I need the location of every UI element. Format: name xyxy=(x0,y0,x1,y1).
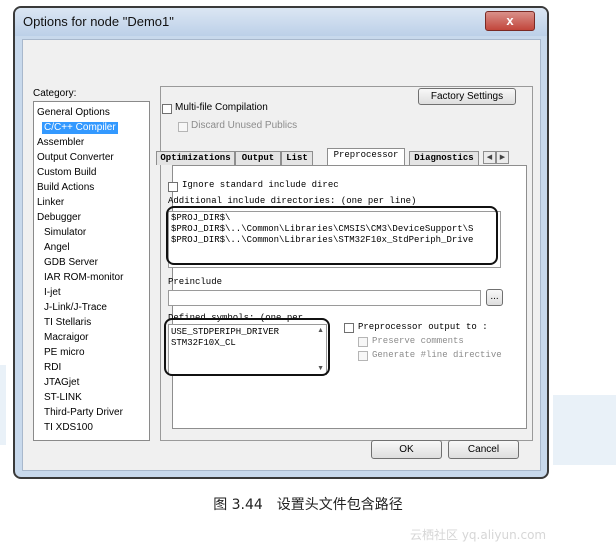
defined-symbols-highlight xyxy=(164,318,330,376)
multifile-checkbox[interactable] xyxy=(162,104,172,114)
tab-scroll-right-icon[interactable]: ▶ xyxy=(496,151,509,164)
category-item[interactable]: Debugger xyxy=(37,212,81,224)
watermark: 云栖社区 yq.aliyun.com xyxy=(410,528,547,542)
category-item[interactable]: JTAGjet xyxy=(44,377,79,389)
ignore-std-include-checkbox[interactable] xyxy=(168,182,178,192)
category-item[interactable]: IAR ROM-monitor xyxy=(44,272,123,284)
category-item[interactable]: TI XDS100 xyxy=(44,422,93,434)
category-item[interactable]: Build Actions xyxy=(37,182,94,194)
multifile-label: Multi-file Compilation xyxy=(175,102,268,113)
category-item[interactable]: I-jet xyxy=(44,287,61,299)
discard-checkbox[interactable] xyxy=(178,122,188,132)
discard-label: Discard Unused Publics xyxy=(191,120,298,131)
category-list[interactable]: General Options C/C++ Compiler Assembler Ou… xyxy=(33,101,150,441)
factory-settings-button[interactable]: Factory Settings xyxy=(418,88,516,105)
category-item[interactable]: Output Converter xyxy=(37,152,114,164)
include-dirs-highlight xyxy=(166,206,498,265)
close-icon: x xyxy=(506,13,514,28)
preinclude-label: Preinclude xyxy=(168,277,223,287)
category-item[interactable]: J-Link/J-Trace xyxy=(44,302,107,314)
preproc-output-label: Preprocessor output to : xyxy=(358,322,488,332)
category-item[interactable]: Linker xyxy=(37,197,64,209)
category-item[interactable]: Third-Party Driver xyxy=(44,407,123,419)
preproc-output-checkbox[interactable] xyxy=(344,323,354,333)
category-item[interactable]: C/C++ Compiler xyxy=(42,122,118,134)
tab-preprocessor[interactable]: Preprocessor xyxy=(327,148,405,165)
category-item[interactable]: Assembler xyxy=(37,137,84,149)
tab-output[interactable]: Output xyxy=(235,151,281,165)
background-block xyxy=(0,365,6,445)
category-item[interactable]: General Options xyxy=(37,107,110,119)
category-item[interactable]: ST-LINK xyxy=(44,392,82,404)
tab-list[interactable]: List xyxy=(281,151,313,165)
category-item[interactable]: RDI xyxy=(44,362,61,374)
preserve-comments-checkbox[interactable] xyxy=(358,337,368,347)
options-dialog: Options for node "Demo1" x Category: Gen… xyxy=(13,6,549,479)
tab-scroll-left-icon[interactable]: ◀ xyxy=(483,151,496,164)
preinclude-input[interactable] xyxy=(168,290,481,306)
title-bar[interactable]: Options for node "Demo1" x xyxy=(15,8,547,36)
figure-caption: 图 3.44 设置头文件包含路径 xyxy=(213,497,403,513)
tab-diagnostics[interactable]: Diagnostics xyxy=(409,151,479,165)
tab-optimizations[interactable]: Optimizations xyxy=(156,151,235,165)
preserve-comments-label: Preserve comments xyxy=(372,336,464,346)
generate-line-checkbox[interactable] xyxy=(358,351,368,361)
preinclude-browse-button[interactable]: ... xyxy=(486,289,503,306)
cancel-button[interactable]: Cancel xyxy=(448,440,519,459)
category-label: Category: xyxy=(33,88,77,99)
category-item[interactable]: Macraigor xyxy=(44,332,88,344)
ok-button[interactable]: OK xyxy=(371,440,442,459)
category-item[interactable]: Custom Build xyxy=(37,167,96,179)
category-item[interactable]: TI Stellaris xyxy=(44,317,91,329)
category-item[interactable]: Angel xyxy=(44,242,70,254)
include-dirs-label: Additional include directories: (one per… xyxy=(168,196,417,206)
category-item[interactable]: PE micro xyxy=(44,347,85,359)
generate-line-label: Generate #line directive xyxy=(372,350,502,360)
close-button[interactable]: x xyxy=(485,11,535,31)
background-block xyxy=(553,395,616,465)
ignore-std-include-label: Ignore standard include direc xyxy=(182,180,339,190)
dialog-title: Options for node "Demo1" xyxy=(23,14,174,29)
category-item[interactable]: GDB Server xyxy=(44,257,98,269)
category-item[interactable]: Simulator xyxy=(44,227,86,239)
